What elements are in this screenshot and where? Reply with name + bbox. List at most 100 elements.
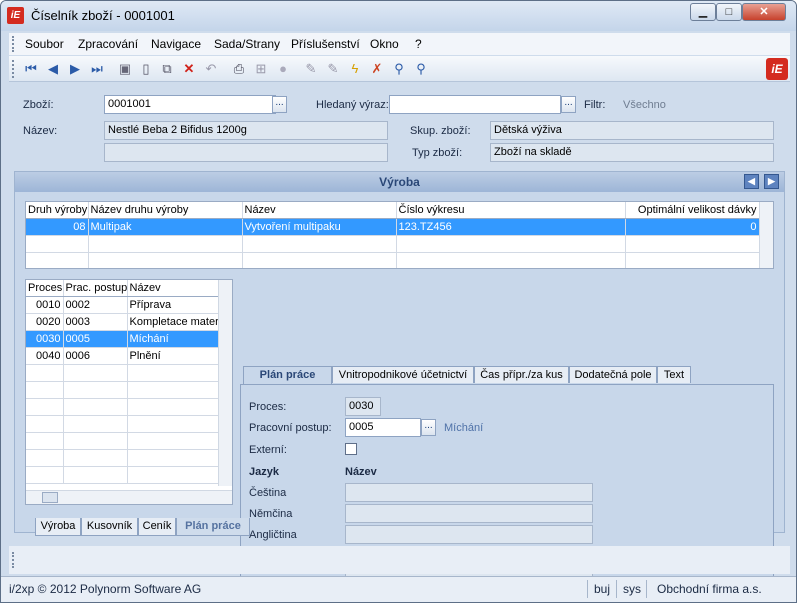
cell-proces[interactable]: 0030 <box>26 330 64 348</box>
new-icon[interactable]: ▯ <box>138 61 154 77</box>
last-icon[interactable]: ⏭ <box>89 61 105 77</box>
cell-vykres[interactable]: 123.TZ456 <box>396 218 626 236</box>
nazev-header: Název <box>345 466 377 478</box>
delete-icon[interactable]: ✕ <box>181 61 197 77</box>
menu-sada-strany[interactable]: Sada/Strany <box>214 37 280 51</box>
filter-clear-icon[interactable]: ✗ <box>369 61 385 77</box>
col-nazev[interactable]: Název <box>242 202 397 219</box>
zbozi-input[interactable]: 0001001 <box>104 95 276 114</box>
tab-cas-pripravy[interactable]: Čas přípr./za kus <box>474 366 569 383</box>
cell-nazev[interactable]: Kompletace materi <box>127 313 219 331</box>
search-icon[interactable]: ⚲ <box>391 61 407 77</box>
btab-plan-prace[interactable]: Plán práce <box>176 518 250 536</box>
table-row[interactable] <box>26 235 760 253</box>
undo-icon[interactable]: ↶ <box>203 61 219 77</box>
col-proces-nazev[interactable]: Název <box>127 280 219 297</box>
disabled-icon[interactable]: ● <box>275 61 291 77</box>
copy-icon[interactable]: ⧉ <box>159 61 175 77</box>
nazev-anglictina-field[interactable] <box>345 525 593 544</box>
nazev-cestina-field[interactable] <box>345 483 593 502</box>
minimize-button[interactable]: ▁ <box>690 3 716 21</box>
menu-okno[interactable]: Okno <box>370 37 399 51</box>
next-icon[interactable]: ▶ <box>67 61 83 77</box>
col-prac-postup[interactable]: Prac. postup <box>63 280 128 297</box>
hledany-input[interactable] <box>389 95 561 114</box>
col-optimalni-davka[interactable]: Optimální velikost dávky <box>625 202 760 219</box>
cell-davka[interactable]: 0 <box>625 218 760 236</box>
search-advanced-icon[interactable]: ⚲ <box>413 61 429 77</box>
close-button[interactable]: ✕ <box>742 3 786 21</box>
table-row[interactable]: 08 Multipak Vytvoření multipaku 123.TZ45… <box>26 218 760 236</box>
cell-nazev[interactable]: Plnění <box>127 347 219 365</box>
nazev-nemcina-field[interactable] <box>345 504 593 523</box>
cell-proces[interactable]: 0010 <box>26 296 64 314</box>
cell-postup[interactable]: 0005 <box>63 330 128 348</box>
filtr-value[interactable]: Všechno <box>623 99 666 111</box>
save-icon[interactable]: ▣ <box>117 61 133 77</box>
btab-vyroba[interactable]: Výroba <box>35 518 81 536</box>
menu-navigace[interactable]: Navigace <box>151 37 201 51</box>
cell-postup[interactable]: 0002 <box>63 296 128 314</box>
col-cislo-vykresu[interactable]: Číslo výkresu <box>396 202 626 219</box>
menu-prislusenstvi[interactable]: Příslušenství <box>291 37 360 51</box>
cell-nazev[interactable]: Vytvoření multipaku <box>242 218 397 236</box>
col-druh-vyroby[interactable]: Druh výroby <box>26 202 89 219</box>
proces-field: 0030 <box>345 397 381 416</box>
tab-dodatecna-pole[interactable]: Dodatečná pole <box>569 366 657 383</box>
table-row[interactable]: 0040 0006 Plnění <box>26 347 219 365</box>
tab-vnitropodnikove[interactable]: Vnitropodnikové účetnictví <box>332 366 474 383</box>
main-window: iE Číselník zboží - 0001001 ▁ □ ✕ Soubor… <box>0 0 797 603</box>
hscroll-thumb[interactable] <box>42 492 58 503</box>
proces-vscrollbar[interactable] <box>218 280 232 486</box>
table-row[interactable]: 0020 0003 Kompletace materi <box>26 313 219 331</box>
zbozi-lookup-button[interactable]: ... <box>272 96 287 113</box>
postup-name: Míchání <box>444 422 484 434</box>
cell-nazev[interactable]: Míchání <box>127 330 219 348</box>
btab-cenik[interactable]: Ceník <box>138 518 176 536</box>
next-record-button[interactable]: ▶ <box>764 174 779 189</box>
cell-proces[interactable]: 0040 <box>26 347 64 365</box>
prev-icon[interactable]: ◀ <box>45 61 61 77</box>
skup-label: Skup. zboží: <box>410 125 471 137</box>
title-bar: iE Číselník zboží - 0001001 ▁ □ ✕ <box>1 1 796 31</box>
menu-zpracovani[interactable]: Zpracování <box>78 37 138 51</box>
cell-postup[interactable]: 0006 <box>63 347 128 365</box>
cell-postup[interactable]: 0003 <box>63 313 128 331</box>
status-copyright: i/2xp © 2012 Polynorm Software AG <box>9 582 202 596</box>
cell-nazev-druhu[interactable]: Multipak <box>88 218 243 236</box>
lang-anglictina: Angličtina <box>249 529 297 541</box>
tab-plan-prace[interactable]: Plán práce <box>243 366 332 384</box>
postup-input[interactable]: 0005 <box>345 418 421 437</box>
tree-icon[interactable]: ⊞ <box>253 61 269 77</box>
maximize-button[interactable]: □ <box>716 3 742 21</box>
status-divider <box>587 580 588 598</box>
hledany-lookup-button[interactable]: ... <box>561 96 576 113</box>
externi-checkbox[interactable] <box>345 443 357 455</box>
typ-label: Typ zboží: <box>412 147 463 159</box>
tab-text[interactable]: Text <box>657 366 691 383</box>
proces-hscrollbar[interactable] <box>26 490 232 504</box>
filter-icon[interactable]: ϟ <box>347 61 363 77</box>
cell-druh[interactable]: 08 <box>26 218 89 236</box>
hledany-label: Hledaný výraz: <box>316 99 389 111</box>
vyroba-scrollbar[interactable] <box>759 202 773 268</box>
first-icon[interactable]: ⏮ <box>23 61 39 77</box>
col-proces[interactable]: Proces <box>26 280 64 297</box>
btab-kusovnik[interactable]: Kusovník <box>81 518 138 536</box>
table-row[interactable]: 0010 0002 Příprava <box>26 296 219 314</box>
postup-lookup-button[interactable]: ... <box>421 419 436 436</box>
cell-proces[interactable]: 0020 <box>26 313 64 331</box>
edit-icon[interactable]: ✎ <box>303 61 319 77</box>
prev-record-button[interactable]: ◀ <box>744 174 759 189</box>
cell-nazev[interactable]: Příprava <box>127 296 219 314</box>
menu-soubor[interactable]: Soubor <box>25 37 64 51</box>
print-icon[interactable]: ⎙ <box>231 61 247 77</box>
col-nazev-druhu[interactable]: Název druhu výroby <box>88 202 243 219</box>
edit2-icon[interactable]: ✎ <box>325 61 341 77</box>
secondary-grip <box>12 552 14 568</box>
table-row[interactable]: 0030 0005 Míchání <box>26 330 219 348</box>
table-row[interactable] <box>26 252 760 268</box>
menu-bar: Soubor Zpracování Navigace Sada/Strany P… <box>9 33 790 55</box>
nazev2-field <box>104 143 388 162</box>
menu-help[interactable]: ? <box>415 37 422 51</box>
